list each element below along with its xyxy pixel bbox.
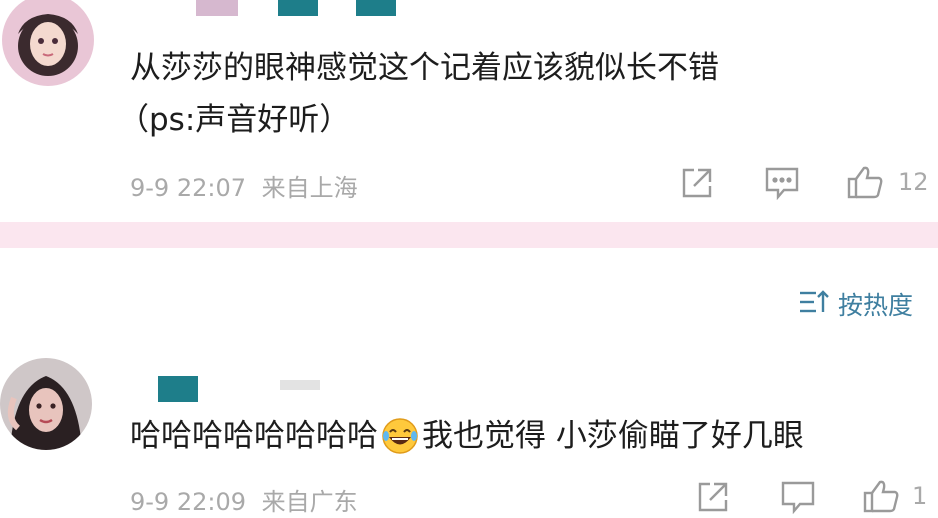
- laughing-tears-emoji-icon: [380, 416, 420, 456]
- sort-button[interactable]: 按热度: [798, 286, 913, 322]
- comment-meta: 9-9 22:07 来自上海: [130, 168, 358, 203]
- username-redacted[interactable]: [158, 376, 198, 402]
- like-icon[interactable]: [846, 164, 884, 204]
- avatar[interactable]: [2, 0, 94, 86]
- sort-icon: [798, 288, 830, 320]
- share-icon[interactable]: [680, 166, 714, 204]
- sort-label: 按热度: [838, 291, 914, 320]
- username-redacted[interactable]: [196, 0, 238, 16]
- comment-meta: 9-9 22:09 来自广东: [130, 482, 358, 517]
- location: 来自上海: [261, 174, 358, 202]
- like-count: 12: [898, 168, 929, 196]
- username-redacted: [278, 0, 318, 16]
- comment-text-line2[interactable]: （ps:声音好听）: [118, 100, 350, 140]
- comment-icon[interactable]: [764, 166, 800, 204]
- username-redacted: [280, 380, 320, 390]
- timestamp: 9-9 22:07: [130, 174, 246, 202]
- comment-icon[interactable]: [780, 480, 816, 518]
- location: 来自广东: [261, 488, 358, 516]
- timestamp: 9-9 22:09: [130, 488, 246, 516]
- username-redacted: [356, 0, 396, 16]
- like-icon[interactable]: [862, 478, 900, 518]
- avatar[interactable]: [0, 358, 92, 450]
- comment-text-part: 哈哈哈哈哈哈哈哈: [130, 418, 378, 454]
- comment-text[interactable]: 从莎莎的眼神感觉这个记着应该貌似长不错: [130, 48, 719, 88]
- share-icon[interactable]: [696, 480, 730, 518]
- section-divider: [0, 222, 938, 248]
- like-count: 1: [912, 482, 928, 510]
- comment-text-part: 我也觉得 小莎偷瞄了好几眼: [422, 418, 804, 454]
- comment-text[interactable]: 哈哈哈哈哈哈哈哈 我也觉得 小莎偷瞄了好几眼: [130, 416, 804, 456]
